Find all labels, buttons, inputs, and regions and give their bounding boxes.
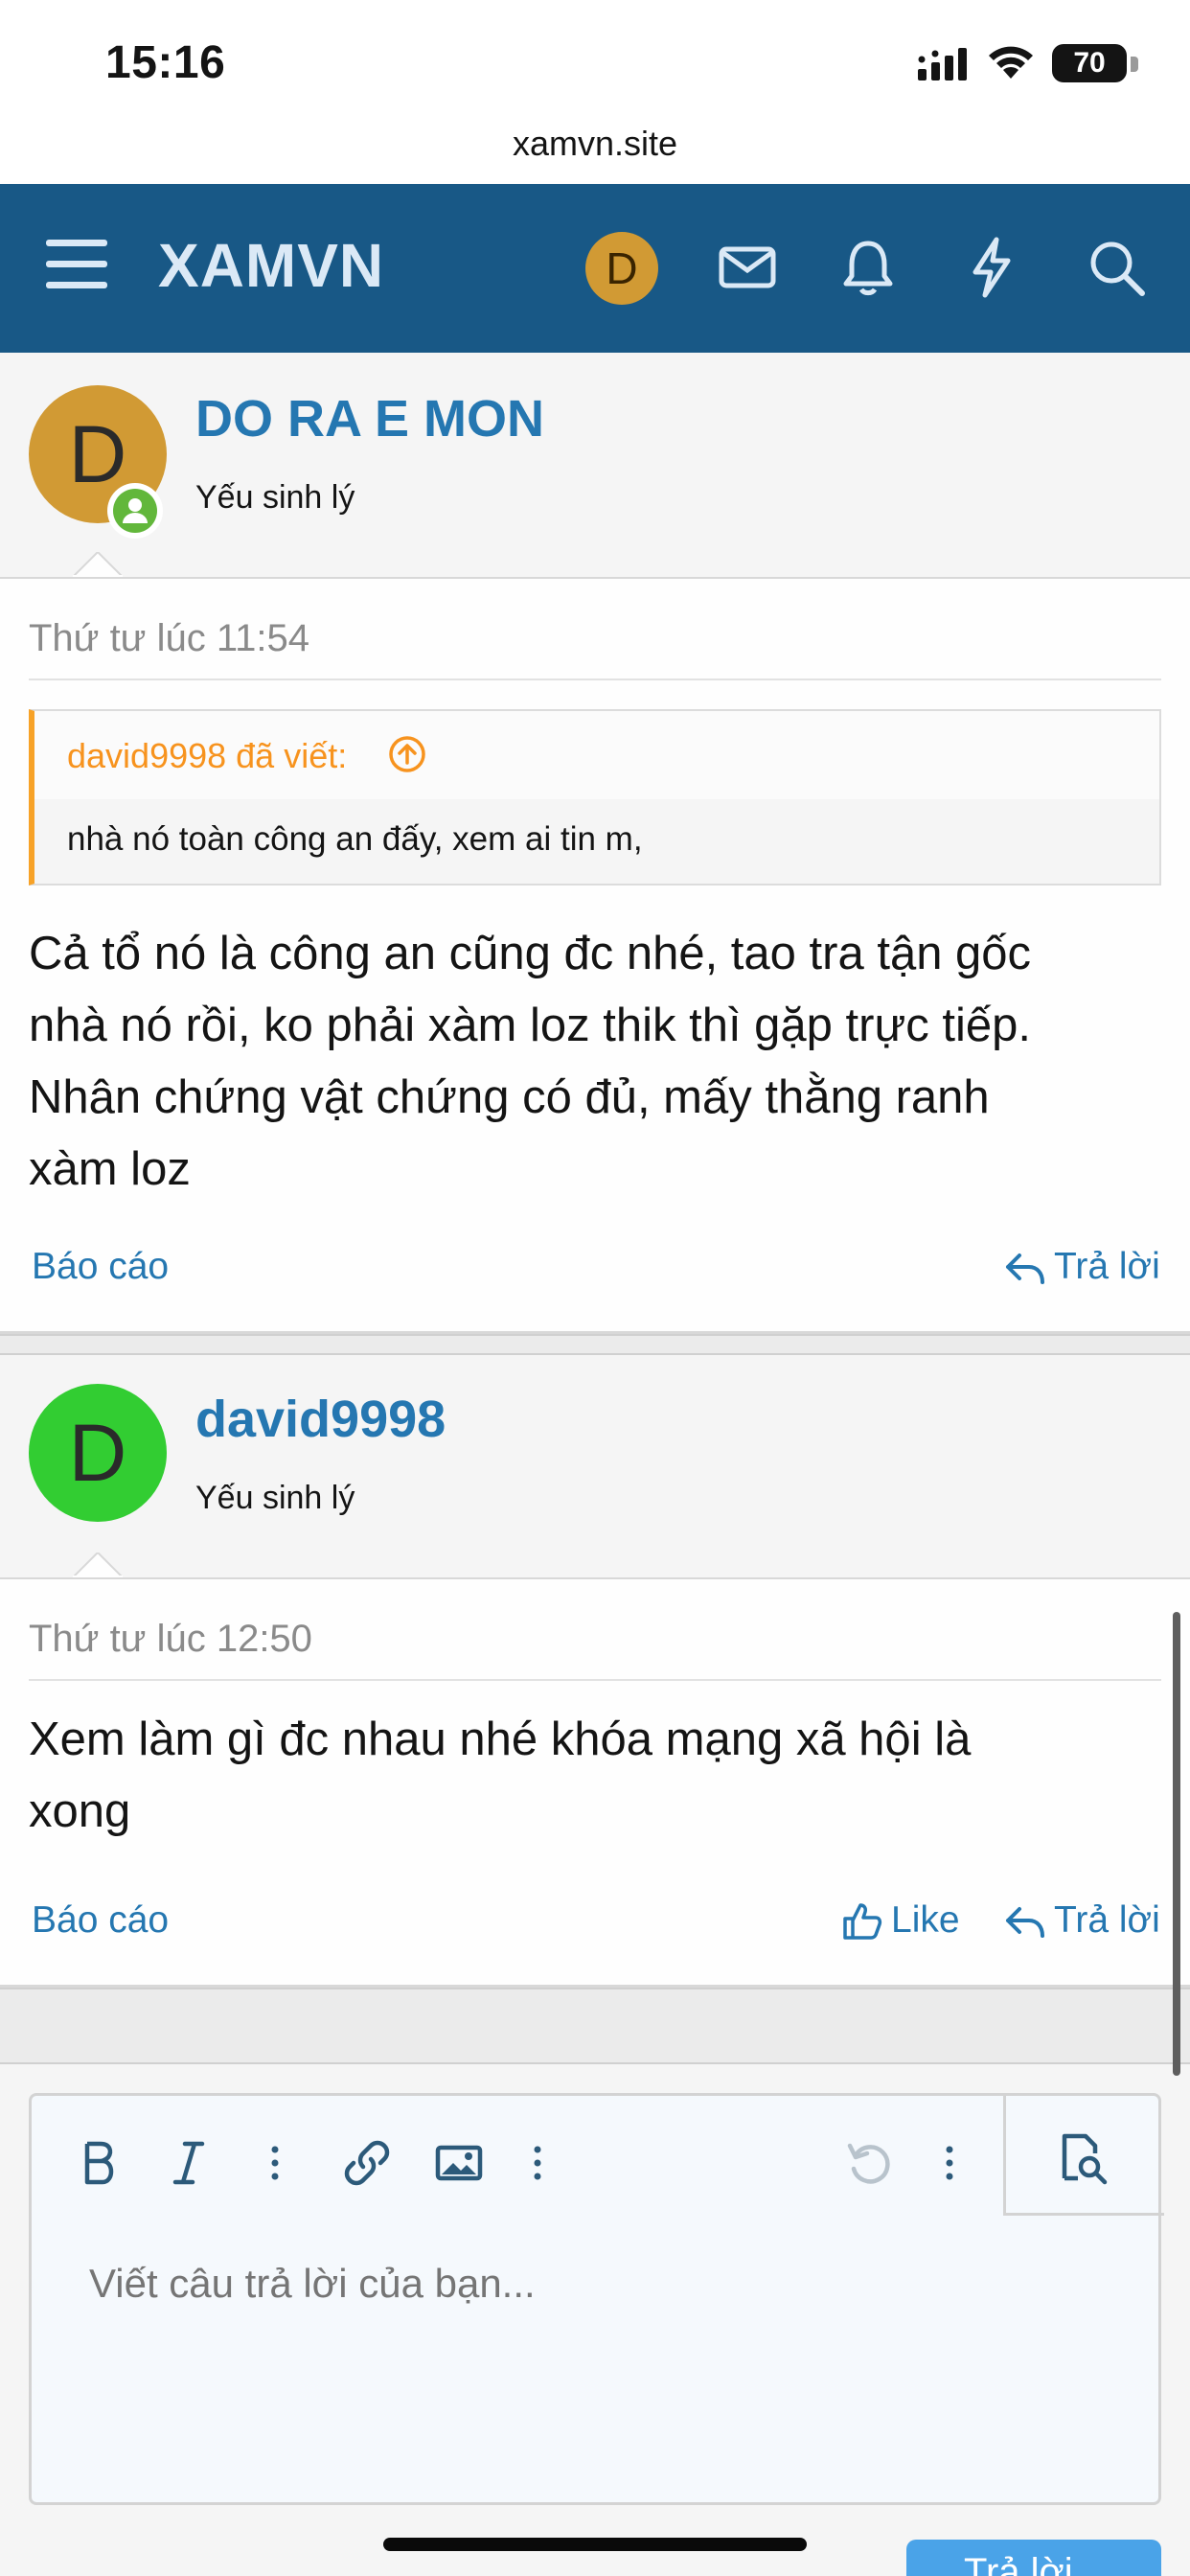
image-icon[interactable]: [430, 2134, 488, 2192]
arrow-up-circle-icon[interactable]: [387, 734, 427, 774]
toolbar-divider: [1003, 2096, 1006, 2215]
status-time: 15:16: [105, 37, 226, 88]
wifi-icon: [989, 46, 1033, 79]
home-indicator[interactable]: [383, 2538, 807, 2551]
like-button[interactable]: Like: [841, 1899, 960, 1942]
mail-icon[interactable]: [714, 234, 781, 301]
top-nav: XAMVN D: [0, 184, 1190, 353]
preview-icon[interactable]: [1053, 2128, 1110, 2186]
italic-icon[interactable]: [160, 2134, 217, 2192]
more-icon[interactable]: [246, 2134, 304, 2192]
online-status-icon: [107, 483, 163, 539]
post-separator: [0, 1334, 1190, 1355]
report-link[interactable]: Báo cáo: [32, 1246, 169, 1288]
user-title: Yếu sinh lý: [195, 1480, 355, 1516]
search-icon[interactable]: [1083, 234, 1150, 301]
username[interactable]: DO RA E MON: [195, 389, 544, 448]
reply-editor: [29, 2093, 1164, 2505]
address-bar[interactable]: xamvn.site: [0, 110, 1190, 184]
report-link[interactable]: Báo cáo: [32, 1899, 169, 1942]
divider: [29, 678, 1161, 680]
reply-input[interactable]: [89, 2261, 1124, 2307]
battery-icon: 70: [1052, 44, 1138, 82]
message-line: nhà nó rồi, ko phải xàm loz thik thì gặp…: [29, 1000, 1032, 1051]
bell-icon[interactable]: [835, 234, 902, 301]
like-label: Like: [891, 1899, 960, 1941]
reply-button[interactable]: Trả lời: [1004, 1246, 1160, 1288]
pointer-arrow: [73, 552, 123, 577]
message-line: Nhân chứng vật chứng có đủ, mấy thằng ra…: [29, 1071, 990, 1123]
post-author-header: D DO RA E MON Yếu sinh lý: [0, 353, 1190, 577]
link-icon[interactable]: [338, 2134, 396, 2192]
quote-author[interactable]: david9998 đã viết:: [67, 736, 347, 776]
menu-icon[interactable]: [44, 234, 111, 295]
pointer-arrow: [73, 1552, 123, 1577]
reply-icon: [1006, 1907, 1044, 1938]
more-icon[interactable]: [509, 2134, 566, 2192]
quote-block: david9998 đã viết: nhà nó toàn công an đ…: [29, 709, 1161, 886]
post-message: Thứ tư lúc 12:50 Xem làm gì đc nhau nhé …: [0, 1552, 1190, 1988]
avatar[interactable]: D: [29, 1384, 167, 1522]
post-message: Thứ tư lúc 11:54 david9998 đã viết: nhà …: [0, 552, 1190, 1334]
toolbar-divider: [1003, 2213, 1164, 2216]
post-date[interactable]: Thứ tư lúc 12:50: [29, 1618, 312, 1661]
user-title: Yếu sinh lý: [195, 479, 355, 516]
quote-header: david9998 đã viết:: [34, 711, 1159, 799]
bolt-icon[interactable]: [958, 234, 1025, 301]
site-logo[interactable]: XAMVN: [158, 230, 384, 301]
message-text: Xem làm gì đc nhau nhé khóa mạng xã hội …: [29, 1704, 1169, 1848]
status-bar: 15:16 70: [0, 0, 1190, 110]
account-avatar[interactable]: D: [585, 232, 658, 305]
bold-icon[interactable]: [70, 2134, 127, 2192]
scrollbar[interactable]: [1173, 1612, 1180, 2076]
post-author-header: D david9998 Yếu sinh lý: [0, 1355, 1190, 1579]
reply-label: Trả lời: [1054, 1899, 1160, 1941]
message-line: xong: [29, 1785, 131, 1837]
reply-button[interactable]: Trả lời: [1004, 1899, 1160, 1942]
reply-icon: [1006, 1254, 1044, 1284]
divider: [29, 1679, 1161, 1681]
undo-icon[interactable]: [840, 2134, 898, 2192]
post-separator: [0, 1988, 1190, 2064]
message-line: xàm loz: [29, 1143, 191, 1195]
thumbs-up-icon: [843, 1903, 882, 1940]
quote-text: nhà nó toàn công an đấy, xem ai tin m,: [67, 820, 643, 858]
reply-label: Trả lời: [1054, 1246, 1160, 1287]
message-text: Cả tổ nó là công an cũng đc nhé, tao tra…: [29, 918, 1169, 1206]
signal-icon: [918, 48, 967, 80]
submit-reply-button[interactable]: Trả lời: [906, 2540, 1161, 2576]
more-icon[interactable]: [921, 2134, 978, 2192]
message-line: Xem làm gì đc nhau nhé khóa mạng xã hội …: [29, 1714, 972, 1765]
message-line: Cả tổ nó là công an cũng đc nhé, tao tra…: [29, 928, 1032, 979]
post-date[interactable]: Thứ tư lúc 11:54: [29, 617, 309, 660]
username[interactable]: david9998: [195, 1390, 446, 1449]
